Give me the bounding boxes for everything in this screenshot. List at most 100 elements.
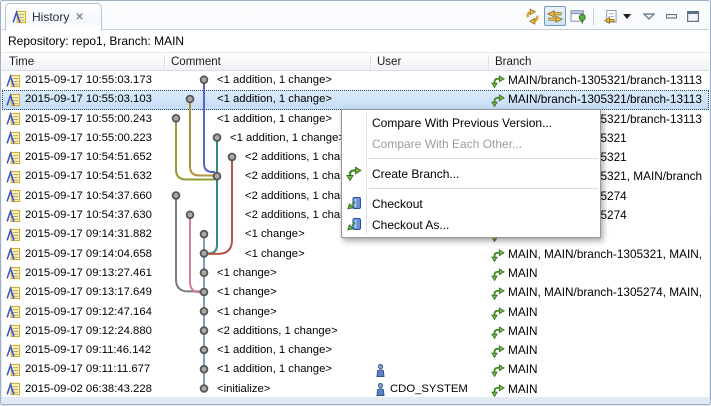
toolbar-separator <box>593 8 594 25</box>
commit-user: CDO_SYSTEM <box>390 380 468 399</box>
menu-item-label: Checkout <box>372 197 423 211</box>
branch-icon <box>491 383 505 397</box>
column-header-branch[interactable]: Branch <box>495 53 531 71</box>
pin-editor-icon[interactable] <box>568 6 588 26</box>
branch-icon <box>491 267 505 281</box>
table-row[interactable]: 2015-09-17 09:11:46.142 <1 addition, 1 c… <box>2 341 709 360</box>
table-row[interactable]: 2015-09-17 10:55:03.103 <1 addition, 1 c… <box>2 90 709 109</box>
commit-icon <box>6 286 21 300</box>
branch-icon <box>491 363 505 377</box>
commit-icon <box>6 382 21 396</box>
commit-branch: MAIN <box>508 303 707 322</box>
commit-time: 2015-09-17 10:54:37.660 <box>25 187 152 206</box>
menu-item-checkout[interactable]: Checkout <box>342 193 600 214</box>
commit-comment: <2 additions, 1 change> <box>217 322 338 341</box>
commit-time: 2015-09-17 09:12:24.880 <box>25 322 152 341</box>
commit-icon <box>6 170 21 184</box>
commit-icon <box>6 228 21 242</box>
table-row[interactable]: 2015-09-17 09:13:27.461 <1 change> MAIN <box>2 264 709 283</box>
commit-time: 2015-09-17 10:55:00.223 <box>25 129 152 148</box>
commit-time: 2015-09-17 09:13:17.649 <box>25 283 152 302</box>
commit-comment: <1 addition, 1 change> <box>217 360 332 379</box>
commit-branch: MAIN <box>508 264 707 283</box>
table-header: Time Comment User Branch <box>2 52 709 71</box>
commit-icon <box>6 324 21 338</box>
commit-time: 2015-09-02 06:38:43.228 <box>25 380 152 399</box>
commit-comment: <initialize> <box>217 380 270 399</box>
commit-icon <box>6 112 21 126</box>
commit-branch: MAIN <box>508 322 707 341</box>
view-toolbar <box>521 5 704 27</box>
refresh-icon[interactable] <box>522 6 542 26</box>
commit-time: 2015-09-17 09:12:47.164 <box>25 303 152 322</box>
menu-separator <box>369 158 598 159</box>
column-divider[interactable] <box>370 55 372 69</box>
table-row[interactable]: 2015-09-02 06:38:43.228 <initialize> CDO… <box>2 380 709 399</box>
tab-history[interactable]: History ✕ <box>5 3 102 30</box>
commit-comment: <1 change> <box>217 283 277 302</box>
commit-comment: <1 addition, 1 change> <box>217 90 332 109</box>
commit-comment: <1 addition, 1 change> <box>217 341 332 360</box>
history-view-icon <box>12 10 27 24</box>
minimize-icon[interactable] <box>661 6 681 26</box>
load-history-icon[interactable] <box>599 6 619 26</box>
menu-item-checkout-as[interactable]: Checkout As... <box>342 214 600 235</box>
commit-icon <box>6 344 21 358</box>
branch-icon <box>491 286 505 300</box>
branch-icon <box>491 306 505 320</box>
commit-comment: <1 change> <box>245 245 305 264</box>
branch-icon <box>491 248 505 262</box>
column-header-comment[interactable]: Comment <box>171 53 221 71</box>
branch-icon <box>491 325 505 339</box>
table-row[interactable]: 2015-09-17 09:11:11.677 <1 addition, 1 c… <box>2 360 709 379</box>
history-view-frame: History ✕ <box>0 0 711 405</box>
commit-comment: <1 addition, 1 change> <box>230 129 345 148</box>
menu-item-compare-with-previous-version[interactable]: Compare With Previous Version... <box>342 112 600 133</box>
commit-icon <box>6 363 21 377</box>
column-header-time[interactable]: Time <box>9 53 34 71</box>
commit-time: 2015-09-17 09:11:11.677 <box>25 360 150 379</box>
commit-branch: MAIN, MAIN/branch-1305321, MAIN, <box>508 245 707 264</box>
commit-comment: <1 change> <box>217 264 277 283</box>
commit-branch: MAIN <box>508 380 707 399</box>
commit-comment: <1 change> <box>245 225 305 244</box>
link-with-editor-icon[interactable] <box>544 6 566 26</box>
menu-item-compare-with-each-other: Compare With Each Other... <box>342 133 600 154</box>
menu-separator <box>369 188 598 189</box>
menu-item-icon <box>346 165 362 181</box>
column-divider[interactable] <box>488 55 490 69</box>
branch-icon <box>491 93 505 107</box>
table-row[interactable]: 2015-09-17 09:12:47.164 <1 change> MAIN <box>2 303 709 322</box>
commit-time: 2015-09-17 10:54:37.630 <box>25 206 152 225</box>
commit-time: 2015-09-17 10:54:51.652 <box>25 148 152 167</box>
dropdown-caret-icon[interactable] <box>621 6 633 26</box>
commit-branch: MAIN <box>508 341 707 360</box>
user-icon <box>376 383 385 396</box>
tab-history-label: History <box>32 10 69 24</box>
view-menu-icon[interactable] <box>639 6 659 26</box>
table-row[interactable]: 2015-09-17 09:12:24.880 <2 additions, 1 … <box>2 322 709 341</box>
commit-icon <box>6 305 21 319</box>
commit-comment: <1 addition, 1 change> <box>217 71 332 90</box>
commit-time: 2015-09-17 09:14:04.658 <box>25 245 152 264</box>
context-menu: Compare With Previous Version... Compare… <box>341 109 601 238</box>
menu-item-create-branch[interactable]: Create Branch... <box>342 163 600 184</box>
table-row[interactable]: 2015-09-17 09:14:04.658 <1 change> MAIN,… <box>2 245 709 264</box>
commit-icon <box>6 266 21 280</box>
commit-time: 2015-09-17 10:55:03.103 <box>25 90 152 109</box>
maximize-icon[interactable] <box>683 6 703 26</box>
column-divider[interactable] <box>164 55 166 69</box>
table-row[interactable]: 2015-09-17 09:13:17.649 <1 change> MAIN,… <box>2 283 709 302</box>
commit-time: 2015-09-17 10:54:51.632 <box>25 167 152 186</box>
commit-icon <box>6 93 21 107</box>
commit-branch: MAIN/branch-1305321/branch-13113 <box>508 71 707 90</box>
table-row[interactable]: 2015-09-17 10:55:03.173 <1 addition, 1 c… <box>2 71 709 90</box>
repository-branch-label: Repository: repo1, Branch: MAIN <box>2 30 709 52</box>
menu-item-label: Compare With Previous Version... <box>372 116 552 130</box>
commit-branch: MAIN/branch-1305321/branch-13113 <box>508 90 707 109</box>
commit-time: 2015-09-17 09:14:31.882 <box>25 225 152 244</box>
close-icon[interactable]: ✕ <box>75 12 83 23</box>
branch-icon <box>491 344 505 358</box>
commit-icon <box>6 209 21 223</box>
column-header-user[interactable]: User <box>377 53 401 71</box>
